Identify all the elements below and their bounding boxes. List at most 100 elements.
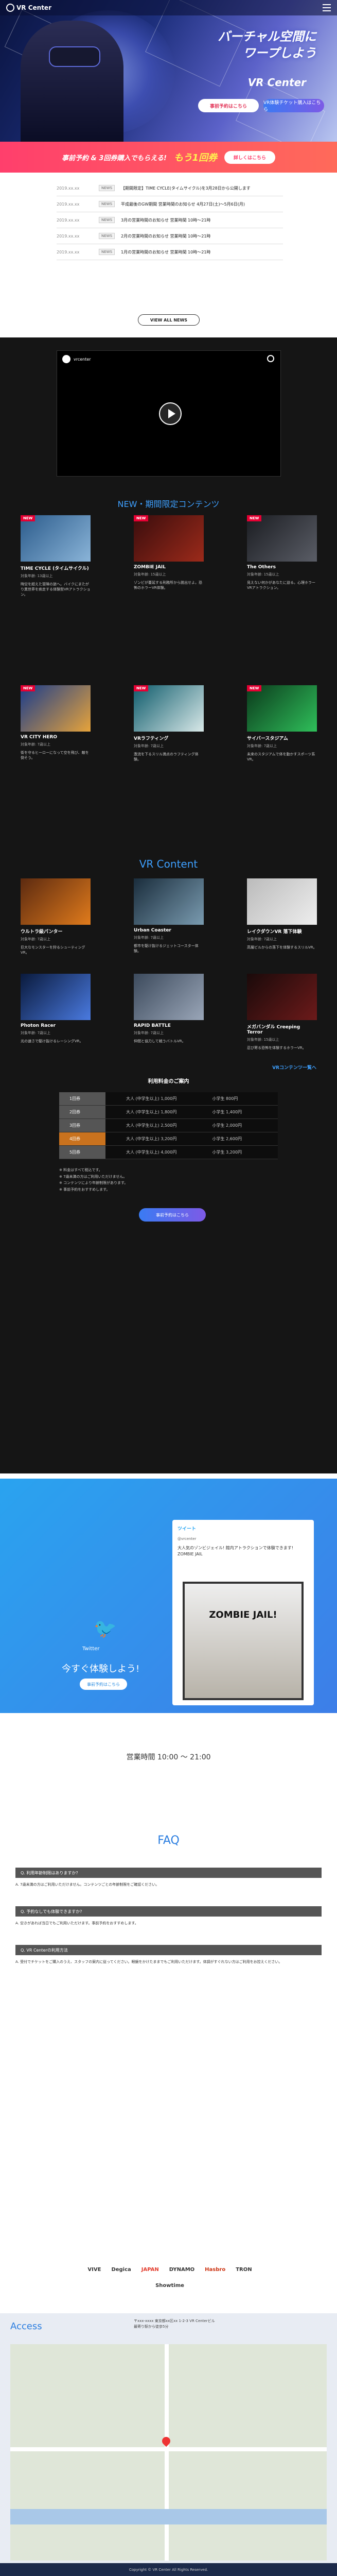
news-item[interactable]: 2019.xx.xx NEWS 【期間限定】TIME CYCLE(タイムサイクル)を…: [57, 180, 283, 196]
content-description: ゾンビが蔓延する刑務所から脱出せよ。恐怖のホラーVR体験。: [134, 581, 202, 590]
child-price: 小学生 800円: [191, 1092, 278, 1105]
content-title: TIME CYCLE (タイムサイクル): [21, 566, 89, 571]
news-item[interactable]: 2019.xx.xx NEWS 2月の営業時間のお知らせ 営業時間 10時〜21時: [57, 228, 283, 244]
faq-question[interactable]: Q. VR Centerの利用方法: [15, 1945, 322, 1955]
address-line: 〒xxx-xxxx 東京都xx区xx 1-2-3 VR Centerビル: [134, 2319, 215, 2323]
news-date: 2019.xx.xx: [57, 249, 80, 255]
content-title: サイバースタジアム: [247, 736, 288, 741]
hamburger-menu-icon[interactable]: [323, 4, 331, 11]
content-card[interactable]: RAPID BATTLE 対象年齢: 7歳以上 仲間と協力して戦うバトルVR。: [134, 974, 204, 1044]
news-item[interactable]: 2019.xx.xx NEWS 平成最後のGW期間 営業時間のお知らせ 4月27日(…: [57, 196, 283, 212]
content-card[interactable]: Photon Racer 対象年齢: 7歳以上 光の速さで駆け抜けるレーシングV…: [21, 974, 91, 1044]
vr-content-title: VR Content: [139, 858, 198, 870]
content-meta: 対象年齢: 15歳以上: [247, 572, 279, 577]
content-card[interactable]: Urban Coaster 対象年齢: 7歳以上 都市を駆け抜けるジェットコース…: [134, 878, 204, 954]
content-thumbnail: NEW: [21, 685, 91, 732]
child-price: 小学生 2,600円: [191, 1132, 278, 1145]
promo-text: 事前予約 & 3回券購入でもらえる!: [62, 154, 167, 162]
sponsor-logos: VIVE Degica JAPAN DYNAMO Hasbro TRON Sho…: [82, 2267, 257, 2289]
map-pin-icon[interactable]: [160, 2435, 172, 2447]
content-description: 光の速さで駆け抜けるレーシングVR。: [21, 1039, 83, 1043]
content-description: 激流を下るスリル満点のラフティング体験。: [134, 752, 199, 762]
sponsor-logo: Degica: [111, 2267, 131, 2273]
content-card[interactable]: NEW ZOMBIE JAIL 対象年齢: 15歳以上 ゾンビが蔓延する刑務所か…: [134, 515, 204, 590]
logo-text: VR Center: [16, 4, 51, 11]
news-text: 【期間限定】TIME CYCLE(タイムサイクル)を3月28日から公開します: [121, 185, 251, 191]
site-logo[interactable]: VR Center: [6, 4, 51, 12]
map[interactable]: [10, 2344, 327, 2561]
logo-icon: [6, 4, 14, 12]
content-card[interactable]: NEW VRラフティング 対象年齢: 7歳以上 激流を下るスリル満点のラフティン…: [134, 685, 204, 762]
twitter-label: Twitter: [82, 1646, 100, 1652]
news-list: 2019.xx.xx NEWS 【期間限定】TIME CYCLE(タイムサイクル)を…: [57, 180, 283, 260]
content-meta: 対象年齢: 7歳以上: [21, 742, 51, 747]
content-meta: 対象年齢: 7歳以上: [134, 744, 164, 748]
hero-title-line2: ワープしよう: [243, 46, 316, 61]
content-card[interactable]: NEW サイバースタジアム 対象年齢: 7歳以上 未来のスタジアムで体を動かすス…: [247, 685, 317, 762]
content-meta: 対象年齢: 7歳以上: [247, 937, 277, 941]
content-description: 巨大なモンスターを狩るシューティングVR。: [21, 945, 85, 955]
faq-question[interactable]: Q. 予約なしでも体験できますか?: [15, 1906, 322, 1917]
faq-answer: A. 受付でチケットをご購入のうえ、スタッフの案内に従ってください。眼鏡をかけた…: [15, 1960, 282, 1964]
view-all-news-button[interactable]: VIEW ALL NEWS: [138, 314, 200, 326]
content-card[interactable]: レイクダウンVR 落下体験 対象年齢: 7歳以上 高層ビルからの落下を体験するス…: [247, 878, 317, 950]
hero-title-line1: バーチャル空間に: [218, 29, 316, 44]
price-table: 1回券 大人 (中学生以上) 1,000円 小学生 800円 2回券 大人 (中学生以…: [59, 1092, 278, 1159]
video-player[interactable]: vrcenter: [57, 350, 281, 477]
twitter-reserve-button[interactable]: 事前予約はこちら: [80, 1679, 127, 1690]
content-meta: 対象年齢: 7歳以上: [134, 1031, 164, 1035]
more-content-link[interactable]: VRコンテンツ一覧へ: [0, 1064, 316, 1071]
content-meta: 対象年齢: 7歳以上: [247, 744, 277, 748]
new-badge: NEW: [134, 515, 149, 521]
news-tag: NEWS: [99, 233, 115, 239]
child-price: 小学生 2,000円: [191, 1119, 278, 1132]
content-card[interactable]: ウルトラ級パンター 対象年齢: 7歳以上 巨大なモンスターを狩るシューティングV…: [21, 878, 91, 955]
promo-highlight: もう1回券: [173, 152, 217, 163]
adult-price: 大人 (中学生以上) 4,000円: [105, 1146, 192, 1159]
news-date: 2019.xx.xx: [57, 233, 80, 239]
tweet-card-title: ツイート: [178, 1527, 197, 1532]
share-icon[interactable]: [267, 355, 274, 362]
map-river: [10, 2509, 327, 2524]
tweet-text: 大人気のゾンビジェイル! 館内アトラクションで体験できます! ZOMBIE JA…: [178, 1546, 293, 1556]
footer: Copyright © VR Center All Rights Reserve…: [0, 2563, 337, 2576]
hero-subtitle: VR Center: [247, 76, 306, 89]
price-reserve-button[interactable]: 事前予約はこちら: [139, 1208, 206, 1222]
content-card[interactable]: NEW The Others 対象年齢: 15歳以上 見えない何かがあなたに迫る…: [247, 515, 317, 590]
content-card[interactable]: メガバンダル Creeping Terror 対象年齢: 15歳以上 忍び寄る恐…: [247, 974, 317, 1050]
adult-price: 大人 (中学生以上) 1,000円: [105, 1092, 192, 1105]
faq-answer: A. 7歳未満の方はご利用いただけません。コンテンツごとの年齢制限をご確認くださ…: [15, 1883, 159, 1887]
sponsor-logo: TRON: [236, 2267, 252, 2273]
faq-answer: A. 空きがあれば当日でもご利用いただけます。事前予約をおすすめします。: [15, 1921, 138, 1925]
tweet-card[interactable]: ツイート @vrcenter 大人気のゾンビジェイル! 館内アトラクションで体験…: [172, 1520, 314, 1705]
vr-headset-image: [49, 46, 100, 67]
news-text: 1月の営業時間のお知らせ 営業時間 10時〜21時: [121, 249, 211, 255]
poster-title: ZOMBIE JAIL!: [209, 1609, 277, 1620]
content-thumbnail: [247, 878, 317, 925]
hero-person-image: [21, 21, 123, 142]
content-card[interactable]: NEW VR CITY HERO 対象年齢: 7歳以上 街を守るヒーローになって…: [21, 685, 91, 760]
news-date: 2019.xx.xx: [57, 201, 80, 207]
ticket-label: 5回券: [59, 1146, 105, 1159]
hero-ticket-button[interactable]: VR体験チケット購入はこちら: [263, 99, 324, 112]
news-item[interactable]: 2019.xx.xx NEWS 3月の営業時間のお知らせ 営業時間 10時〜21時: [57, 212, 283, 228]
content-meta: 対象年齢: 13歳以上: [21, 574, 53, 578]
price-row: 1回券 大人 (中学生以上) 1,000円 小学生 800円: [59, 1092, 278, 1106]
hero-reserve-button[interactable]: 事前予約はこちら: [198, 99, 259, 112]
content-title: The Others: [247, 565, 276, 570]
content-meta: 対象年齢: 15歳以上: [247, 1038, 279, 1042]
faq-question[interactable]: Q. 利用年齢制限はありますか?: [15, 1868, 322, 1878]
content-meta: 対象年齢: 7歳以上: [21, 1031, 51, 1035]
promo-button[interactable]: 詳しくはこちら: [224, 150, 275, 164]
content-description: 仲間と協力して戦うバトルVR。: [134, 1039, 186, 1043]
content-description: 高層ビルからの落下を体験するスリルVR。: [247, 945, 317, 950]
play-icon[interactable]: [159, 402, 182, 425]
price-note: ※ 料金はすべて税込です。: [59, 1168, 102, 1172]
channel-name: vrcenter: [74, 357, 91, 362]
content-thumbnail: NEW: [134, 685, 204, 732]
sponsor-logo: Hasbro: [205, 2267, 226, 2273]
content-description: 未来のスタジアムで体を動かすスポーツ系VR。: [247, 752, 315, 762]
content-card[interactable]: NEW TIME CYCLE (タイムサイクル) 対象年齢: 13歳以上 時空を…: [21, 515, 91, 597]
news-item[interactable]: 2019.xx.xx NEWS 1月の営業時間のお知らせ 営業時間 10時〜21時: [57, 244, 283, 260]
address-line: 最寄り駅から徒歩5分: [134, 2325, 169, 2329]
